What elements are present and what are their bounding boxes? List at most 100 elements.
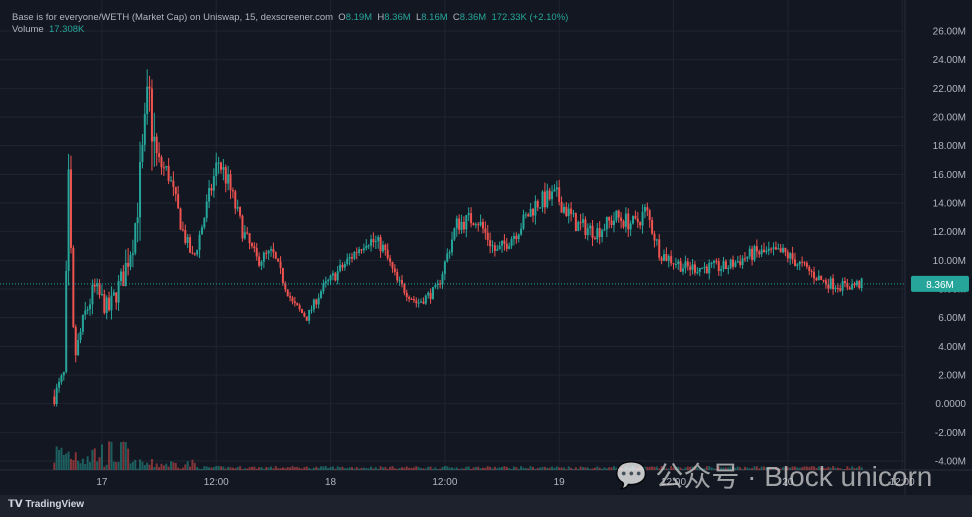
volume-bar (453, 468, 456, 470)
volume-bar (372, 468, 375, 470)
candle-body (81, 314, 84, 332)
candle-body (577, 222, 580, 232)
candle-body (774, 247, 777, 250)
volume-bar (227, 466, 230, 470)
candle-body (248, 233, 251, 244)
volume-bar (403, 467, 406, 470)
candle-body (565, 206, 568, 217)
candle-body (553, 189, 556, 192)
volume-bar (267, 467, 270, 470)
volume-bar (553, 467, 556, 470)
volume-bar (110, 441, 113, 470)
candle-body (474, 224, 477, 226)
candle-body (74, 326, 77, 356)
change-value: 172.33K (+2.10%) (491, 12, 569, 23)
candle-body (370, 239, 373, 246)
volume-bar (93, 448, 96, 470)
volume-bar (155, 463, 158, 470)
volume-bar (539, 467, 542, 470)
candle-body (229, 174, 232, 191)
volume-bar (134, 459, 137, 470)
volume-bar (60, 447, 63, 470)
volume-bar (174, 462, 177, 470)
candle-body (679, 261, 682, 272)
x-tick-label: 12:00 (204, 477, 229, 488)
candle-body (786, 252, 789, 259)
candle-body (512, 235, 515, 239)
volume-bar (320, 466, 323, 470)
volume-bar (420, 468, 423, 470)
volume-bar (298, 467, 301, 470)
tradingview-logo[interactable]: 𝗧𝗩 TradingView (8, 499, 84, 510)
candle-body (379, 237, 382, 252)
candle-body (791, 253, 794, 260)
volume-bar (224, 468, 227, 470)
candle-body (655, 239, 658, 241)
candle-body (636, 218, 639, 223)
volume-bar (353, 468, 356, 470)
candle-body (312, 299, 315, 310)
candle-body (701, 268, 704, 270)
candle-body (136, 217, 139, 224)
volume-value: 17.308K (48, 24, 85, 35)
candle-body (231, 190, 234, 192)
candle-body (751, 248, 754, 261)
candle-body (377, 237, 380, 242)
volume-bar (393, 468, 396, 470)
volume-bar (555, 466, 558, 470)
candle-body (836, 287, 839, 289)
volume-bar (212, 467, 215, 470)
volume-bar (551, 466, 554, 470)
volume-bar (308, 468, 311, 470)
candlestick-chart[interactable]: 26.00M 24.00M 22.00M 20.00M 18.00M 16.00M 14.0… (0, 0, 972, 495)
volume-bar (127, 448, 130, 470)
candle-body (124, 262, 127, 287)
candle-body (286, 289, 289, 297)
candle-body (350, 257, 353, 259)
candle-body (129, 255, 132, 267)
chart-area[interactable]: 26.00M 24.00M 22.00M 20.00M 18.00M 16.00M 14.0… (0, 0, 972, 495)
candle-body (58, 381, 61, 388)
candle-body (524, 214, 527, 216)
watermark-text: 公众号 · Block unicorn (655, 461, 933, 492)
candle-body (520, 228, 523, 235)
volume-bar (348, 467, 351, 470)
candle-body (591, 225, 594, 238)
candle-body (805, 262, 808, 267)
candle-body (712, 261, 715, 263)
candle-body (303, 312, 306, 317)
x-tick-label: 17 (96, 477, 108, 488)
candle-body (543, 191, 546, 208)
volume-bar (458, 468, 461, 470)
volume-bar (196, 467, 199, 470)
candle-body (148, 86, 151, 89)
candle-body (827, 284, 830, 289)
volume-bar (281, 467, 284, 470)
volume-bar (384, 466, 387, 470)
candle-body (665, 254, 668, 261)
y-tick-label: 10.00M (933, 256, 966, 267)
candle-body (672, 263, 675, 265)
candle-body (510, 238, 513, 246)
volume-bar (260, 467, 263, 470)
volume-bar (558, 467, 561, 470)
branding-text: TradingView (25, 499, 85, 510)
volume-bar (512, 466, 515, 470)
candle-body (841, 280, 844, 291)
candle-body (146, 86, 149, 114)
candle-body (412, 299, 415, 301)
volume-bar (289, 467, 292, 470)
candle-body (674, 263, 677, 265)
candle-body (320, 291, 323, 298)
candle-body (493, 245, 496, 251)
volume-bar (141, 461, 144, 470)
volume-bar (122, 441, 125, 470)
candle-body (498, 245, 501, 250)
volume-bar (153, 467, 156, 470)
candle-body (808, 266, 811, 272)
volume-bar (439, 468, 442, 470)
candle-body (515, 235, 518, 240)
candle-body (770, 248, 773, 250)
candle-body (698, 268, 701, 272)
candle-body (441, 273, 444, 284)
